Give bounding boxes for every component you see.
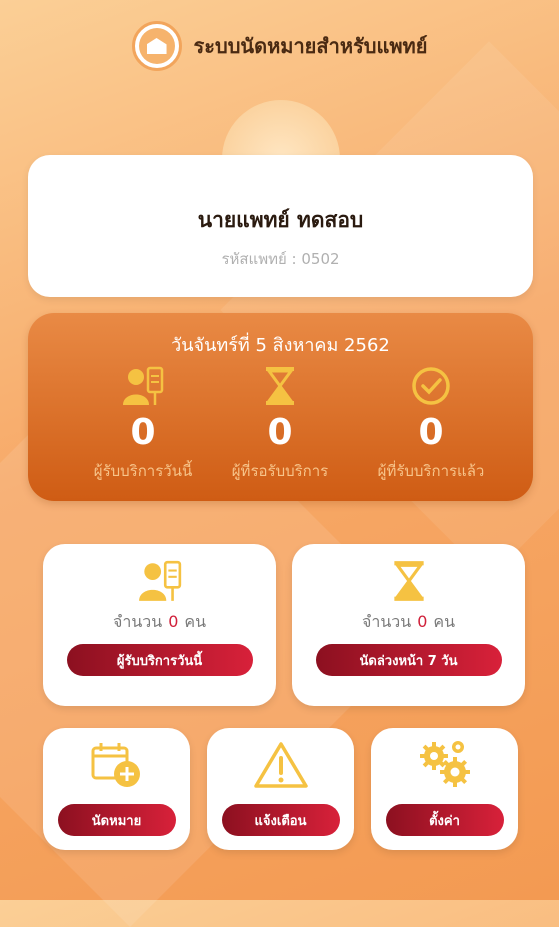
notify-menu-card[interactable]: แจ้งเตือน	[207, 728, 354, 850]
stat-waiting: 0 ผู้ที่รอรับบริการ	[205, 365, 355, 483]
hourglass-icon	[393, 561, 424, 601]
daily-summary-panel: วันจันทร์ที่ 5 สิงหาคม 2562 0 ผู้รับบริก…	[28, 313, 533, 501]
count-value: 0	[417, 612, 428, 631]
hourglass-icon	[266, 367, 294, 405]
stat-today-value: 0	[130, 412, 156, 453]
stat-waiting-label: ผู้ที่รอรับบริการ	[231, 462, 329, 480]
stat-done-value: 0	[418, 412, 444, 453]
summary-date: วันจันทร์ที่ 5 สิงหาคม 2562	[171, 335, 390, 356]
appointment-button[interactable]: นัดหมาย	[57, 804, 176, 836]
calendar-add-icon	[91, 743, 140, 787]
stat-today: 0 ผู้รับบริการวันนี้	[68, 365, 218, 483]
stat-done: 0 ผู้ที่รับบริการแล้ว	[356, 365, 506, 483]
doctor-name: นายแพทย์ ทดสอบ	[197, 207, 364, 232]
gears-icon	[419, 741, 470, 787]
settings-menu-card[interactable]: ตั้งค่า	[371, 728, 518, 850]
doctor-profile-card: นายแพทย์ ทดสอบ รหัสแพทย์ : 0502	[28, 155, 533, 297]
today-patients-button[interactable]: ผู้รับบริการวันนี้	[66, 644, 253, 676]
doctor-code: รหัสแพทย์ : 0502	[221, 249, 340, 268]
hospital-logo	[131, 21, 182, 71]
warning-icon	[253, 742, 308, 788]
count-unit: คน	[184, 612, 207, 631]
count-prefix: จำนวน	[361, 612, 412, 631]
stat-done-label: ผู้ที่รับบริการแล้ว	[377, 462, 485, 480]
notify-button[interactable]: แจ้งเตือน	[221, 804, 340, 836]
app-header: ระบบนัดหมายสำหรับแพทย์	[0, 18, 559, 74]
today-count: จำนวน 0 คน	[43, 610, 276, 635]
settings-button[interactable]: ตั้งค่า	[385, 804, 504, 836]
stat-today-label: ผู้รับบริการวันนี้	[93, 462, 193, 480]
count-value: 0	[168, 612, 179, 631]
appointment-menu-card[interactable]: นัดหมาย	[43, 728, 190, 850]
patient-icon	[138, 560, 181, 601]
advance-appointments-card[interactable]: จำนวน 0 คน นัดล่วงหน้า 7 วัน	[292, 544, 525, 706]
advance-count: จำนวน 0 คน	[292, 610, 525, 635]
patient-icon	[123, 366, 164, 405]
count-prefix: จำนวน	[112, 612, 163, 631]
stat-waiting-value: 0	[267, 412, 293, 453]
advance-appointments-button[interactable]: นัดล่วงหน้า 7 วัน	[315, 644, 502, 676]
count-unit: คน	[433, 612, 456, 631]
today-patients-card[interactable]: จำนวน 0 คน ผู้รับบริการวันนี้	[43, 544, 276, 706]
check-circle-icon	[412, 367, 450, 405]
app-title: ระบบนัดหมายสำหรับแพทย์	[193, 34, 428, 58]
